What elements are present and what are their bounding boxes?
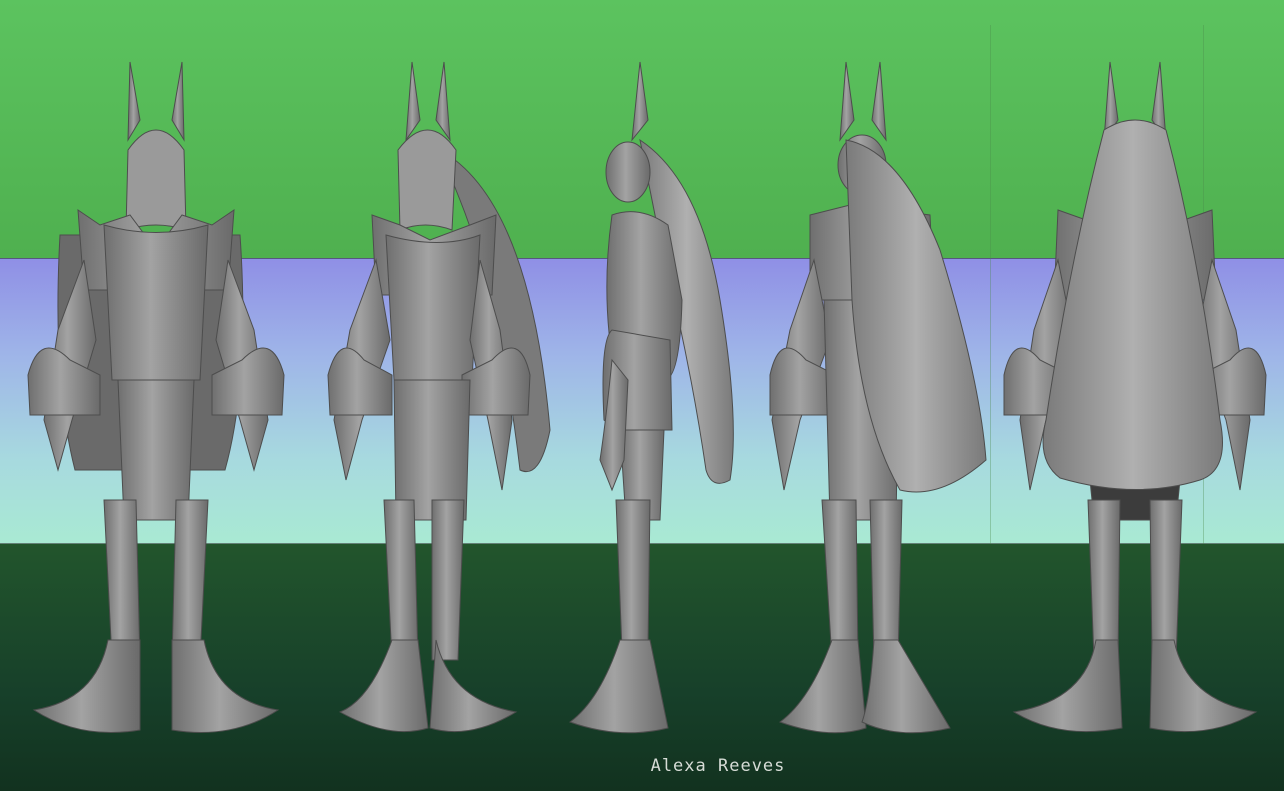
figure-three-quarter-icon: [327, 61, 551, 733]
figure-front-icon: [27, 61, 285, 733]
figure-side-icon: [568, 61, 734, 734]
figure-back-icon: [1003, 61, 1267, 733]
turnaround-canvas: Alexa Reeves: [0, 0, 1284, 791]
figure-three-quarter-back-icon: [769, 61, 987, 734]
character-turnaround: [27, 61, 1267, 734]
artist-credit: Alexa Reeves: [650, 756, 786, 776]
